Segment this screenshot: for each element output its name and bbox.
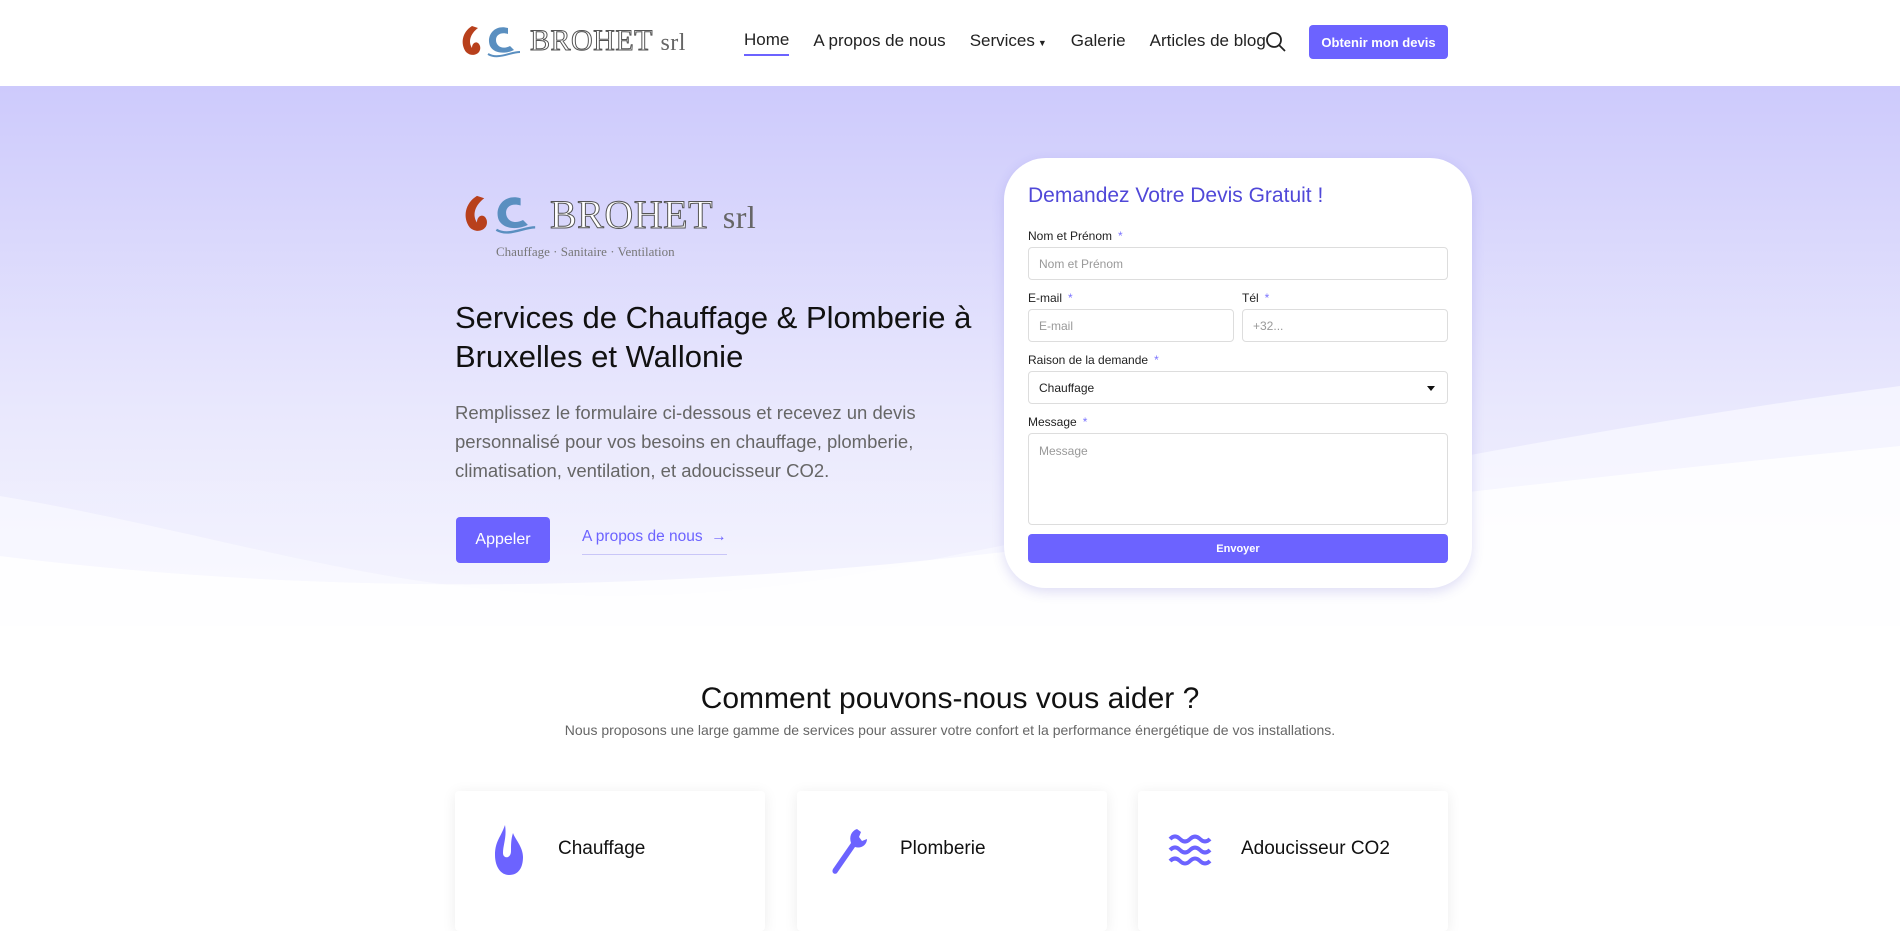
water-waves-icon — [1168, 834, 1212, 866]
hero-title: Services de Chauffage & Plomberie à Brux… — [455, 300, 972, 374]
get-quote-button[interactable]: Obtenir mon devis — [1309, 25, 1448, 59]
service-name: Plomberie — [900, 838, 986, 859]
nav-blog[interactable]: Articles de blog — [1150, 31, 1266, 55]
tel-label: Tél * — [1242, 291, 1270, 305]
nav-services[interactable]: Services ▼ — [970, 31, 1047, 55]
hero-logo-text: BROHET srl — [549, 191, 757, 237]
name-input[interactable]: Nom et Prénom — [1028, 247, 1448, 280]
about-link-label: A propos de nous — [582, 528, 703, 545]
logo-mark-icon — [465, 195, 536, 234]
reason-value: Chauffage — [1039, 380, 1095, 395]
service-name: Adoucisseur CO2 — [1241, 838, 1390, 859]
logo-text: BROHET srl — [529, 24, 686, 58]
service-name: Chauffage — [558, 838, 646, 859]
service-card-plomberie[interactable]: Plomberie — [797, 791, 1107, 931]
reason-label: Raison de la demande * — [1028, 353, 1159, 367]
nav-about[interactable]: A propos de nous — [813, 31, 945, 55]
site-logo[interactable]: BROHET srl — [458, 22, 686, 60]
email-label: E-mail * — [1028, 291, 1073, 305]
site-header: BROHET srl Home A propos de nous Service… — [0, 0, 1900, 86]
nav-gallery[interactable]: Galerie — [1071, 31, 1126, 55]
call-button[interactable]: Appeler — [456, 517, 550, 563]
services-title: Comment pouvons-nous vous aider ? — [700, 682, 1200, 715]
caret-down-icon — [1427, 386, 1435, 391]
nav-services-label: Services — [969, 31, 1035, 50]
about-link[interactable]: A propos de nous → — [582, 528, 727, 555]
reason-select[interactable]: Chauffage — [1028, 371, 1448, 404]
email-input[interactable]: E-mail — [1028, 309, 1234, 342]
message-label: Message * — [1028, 415, 1088, 429]
quote-form: Demandez Votre Devis Gratuit ! Nom et Pr… — [1004, 158, 1472, 588]
hero-lead: Remplissez le formulaire ci-dessous et r… — [455, 402, 916, 481]
name-label: Nom et Prénom * — [1028, 229, 1123, 243]
hero-logo-tagline: Chauffage · Sanitaire · Ventilation — [496, 244, 675, 259]
logo-mark-icon — [462, 26, 521, 58]
form-title: Demandez Votre Devis Gratuit ! — [1028, 184, 1324, 207]
wrench-icon — [832, 829, 867, 874]
service-card-chauffage[interactable]: Chauffage — [455, 791, 765, 931]
caret-down-icon: ▼ — [1037, 38, 1047, 48]
submit-button[interactable]: Envoyer — [1028, 534, 1448, 563]
main-nav: Home A propos de nous Services ▼ Galerie … — [744, 30, 1266, 56]
arrow-right-icon: → — [706, 528, 727, 545]
service-card-adoucisseur[interactable]: Adoucisseur CO2 — [1138, 791, 1448, 931]
flame-icon — [495, 825, 523, 875]
hero-logo: BROHET srl Chauffage · Sanitaire · Venti… — [460, 190, 756, 260]
nav-home[interactable]: Home — [744, 30, 790, 56]
message-textarea[interactable]: Message — [1028, 433, 1448, 525]
tel-input[interactable]: +32... — [1242, 309, 1448, 342]
services-subtitle: Nous proposons une large gamme de servic… — [564, 722, 1336, 738]
search-icon[interactable] — [1265, 31, 1287, 53]
